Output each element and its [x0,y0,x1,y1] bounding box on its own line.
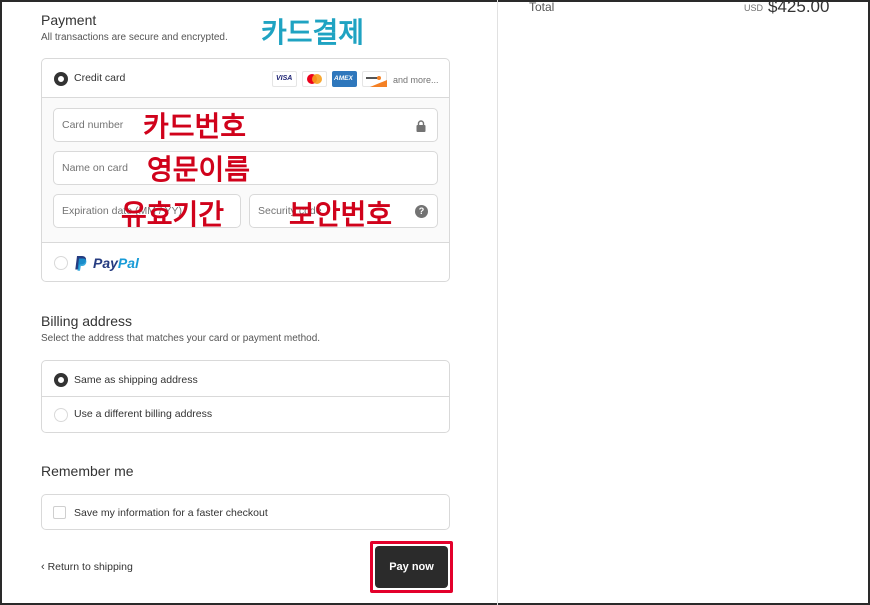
total-amount: $425.00 [768,0,830,16]
visa-text: VISA [276,75,293,82]
credit-card-label: Credit card [74,72,126,84]
payment-subtitle: All transactions are secure and encrypte… [41,32,228,43]
paypal-logo: PayPal [93,255,139,271]
different-address-label: Use a different billing address [74,408,213,420]
credit-card-option[interactable]: Credit card VISA AMEX and more... [42,59,449,98]
annotation-expiry: 유효기간 [121,198,225,231]
billing-heading: Billing address [41,313,133,329]
annotation-english-name: 영문이름 [147,153,251,186]
amex-text: AMEX [334,75,353,82]
different-address-option[interactable]: Use a different billing address [42,397,449,432]
annotation-security: 보안번호 [289,198,393,231]
annotation-card-number: 카드번호 [143,110,247,143]
return-to-shipping-link[interactable]: ‹ Return to shipping [41,561,133,573]
remember-heading: Remember me [41,463,134,479]
paypal-pay-text: Pay [93,255,118,271]
chevron-left-icon: ‹ [41,561,45,573]
paypal-radio[interactable] [54,256,68,270]
billing-address-box: Same as shipping address Use a different… [41,360,450,433]
total-label: Total [529,0,555,14]
payment-heading: Payment [41,12,97,28]
visa-icon: VISA [272,71,297,87]
discover-icon [362,71,387,87]
lock-icon [416,120,426,132]
save-info-checkbox[interactable] [53,506,66,519]
save-info-label: Save my information for a faster checkou… [74,507,268,519]
and-more-text: and more... [393,75,439,85]
same-address-option[interactable]: Same as shipping address [42,361,449,397]
paypal-option[interactable]: PayPal [42,244,449,281]
same-address-radio[interactable] [54,373,68,387]
remember-me-option[interactable]: Save my information for a faster checkou… [41,494,450,530]
summary-divider [497,0,498,605]
pay-now-button[interactable]: Pay now [375,546,448,588]
different-address-radio[interactable] [54,408,68,422]
paypal-icon [75,256,87,271]
same-address-label: Same as shipping address [74,374,198,386]
paypal-pal-text: Pal [117,255,139,271]
currency-code: USD [744,3,764,13]
amex-icon: AMEX [332,71,357,87]
billing-subtitle: Select the address that matches your car… [41,333,321,344]
annotation-card-payment: 카드결제 [261,16,365,49]
return-to-shipping-label: Return to shipping [47,561,133,573]
credit-card-radio[interactable] [54,72,68,86]
help-icon[interactable]: ? [415,205,428,218]
mastercard-icon [302,71,327,87]
